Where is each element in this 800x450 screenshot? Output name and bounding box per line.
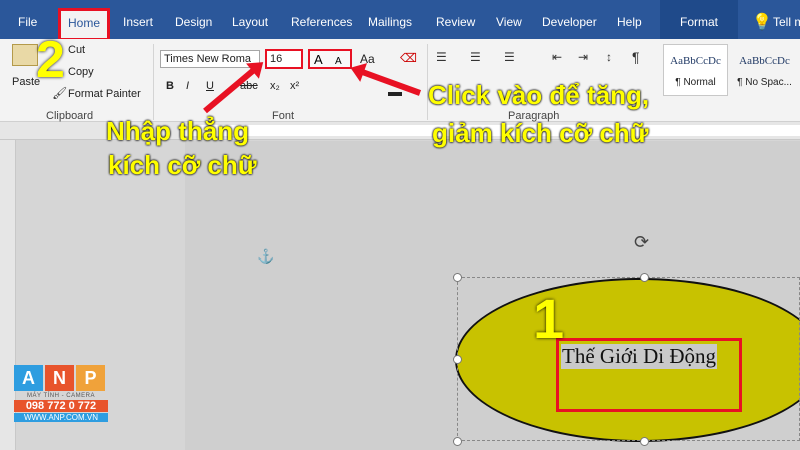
- sort-icon[interactable]: ↕: [606, 50, 612, 64]
- step-2-marker: 2: [36, 31, 65, 89]
- tab-developer[interactable]: Developer: [542, 0, 597, 39]
- bullets-icon[interactable]: ☰: [436, 50, 447, 64]
- style-no-spacing[interactable]: AaBbCcDc ¶ No Spac...: [732, 44, 797, 96]
- annotation-type-size-line2: kích cỡ chữ: [108, 150, 257, 180]
- style-name: ¶ Normal: [675, 77, 716, 88]
- logo-phone: 098 772 0 772: [14, 400, 108, 412]
- cut-button[interactable]: Cut: [68, 44, 85, 56]
- font-name-combo[interactable]: Times New Roma: [160, 50, 260, 68]
- logo-letter: N: [45, 365, 74, 391]
- resize-handle[interactable]: [640, 437, 649, 446]
- copy-button[interactable]: Copy: [68, 66, 94, 78]
- style-name: ¶ No Spac...: [737, 77, 792, 88]
- group-divider: [153, 44, 154, 120]
- multilevel-list-icon[interactable]: ☰: [504, 50, 515, 64]
- tab-references[interactable]: References: [291, 0, 352, 39]
- font-grow-shrink-buttons: A A: [308, 49, 352, 69]
- style-preview: AaBbCcDc: [739, 55, 790, 67]
- rotate-handle-icon[interactable]: ⟳: [634, 232, 649, 253]
- clipboard-group-label: Clipboard: [46, 110, 94, 122]
- style-normal[interactable]: AaBbCcDc ¶ Normal: [663, 44, 728, 96]
- resize-handle[interactable]: [453, 273, 462, 282]
- step-1-marker: 1: [533, 287, 565, 350]
- lightbulb-icon[interactable]: 💡: [752, 0, 772, 39]
- annotation-type-size-line1: Nhập thẳng: [106, 116, 249, 146]
- numbering-icon[interactable]: ☰: [470, 50, 481, 64]
- format-painter-button[interactable]: Format Painter: [68, 88, 141, 100]
- font-group-label: Font: [272, 110, 295, 122]
- shape-text: Thế Giới Di Động: [561, 344, 718, 369]
- bold-button[interactable]: B: [166, 80, 174, 92]
- resize-handle[interactable]: [453, 355, 462, 364]
- resize-handle[interactable]: [453, 437, 462, 446]
- font-size-combo[interactable]: 16: [265, 49, 303, 69]
- ribbon-tab-bar: File Home Insert Design Layout Reference…: [0, 0, 800, 41]
- tab-file[interactable]: File: [18, 0, 37, 39]
- tab-review[interactable]: Review: [436, 0, 475, 39]
- tell-me-box[interactable]: Tell m: [773, 0, 800, 39]
- logo-letter: A: [14, 365, 43, 391]
- pilcrow-icon[interactable]: ¶: [632, 49, 640, 65]
- font-color-icon[interactable]: [388, 92, 402, 96]
- anp-logo: A N P MÁY TÍNH - CAMERA 098 772 0 772 WW…: [14, 365, 108, 435]
- tab-design[interactable]: Design: [175, 0, 212, 39]
- clear-formatting-icon[interactable]: ⌫: [400, 51, 417, 65]
- annotation-click-size-line2: giảm kích cỡ chữ: [432, 118, 649, 148]
- decrease-indent-icon[interactable]: ⇤: [552, 50, 562, 64]
- tab-layout[interactable]: Layout: [232, 0, 268, 39]
- italic-button[interactable]: I: [186, 80, 189, 92]
- tab-insert[interactable]: Insert: [123, 0, 153, 39]
- logo-tagline: MÁY TÍNH - CAMERA: [27, 393, 95, 399]
- resize-handle[interactable]: [640, 273, 649, 282]
- increase-indent-icon[interactable]: ⇥: [578, 50, 588, 64]
- logo-website: WWW.ANP.COM.VN: [14, 413, 108, 422]
- tab-home[interactable]: Home: [57, 8, 111, 41]
- subscript-button[interactable]: x₂: [270, 80, 280, 92]
- logo-letter: P: [76, 365, 105, 391]
- tab-help[interactable]: Help: [617, 0, 642, 39]
- anchor-icon: ⚓: [257, 248, 275, 264]
- shape-text-box[interactable]: Thế Giới Di Động: [556, 338, 742, 412]
- annotation-click-size-line1: Click vào để tăng,: [428, 80, 650, 110]
- tab-view[interactable]: View: [496, 0, 522, 39]
- paste-icon[interactable]: [12, 44, 38, 66]
- tab-mailings[interactable]: Mailings: [368, 0, 412, 39]
- style-preview: AaBbCcDc: [670, 55, 721, 67]
- tab-format[interactable]: Format: [660, 0, 739, 39]
- superscript-button[interactable]: x²: [290, 80, 299, 92]
- shrink-font-button[interactable]: A: [335, 54, 342, 70]
- grow-font-button[interactable]: A: [314, 52, 323, 68]
- underline-button[interactable]: U: [206, 80, 214, 92]
